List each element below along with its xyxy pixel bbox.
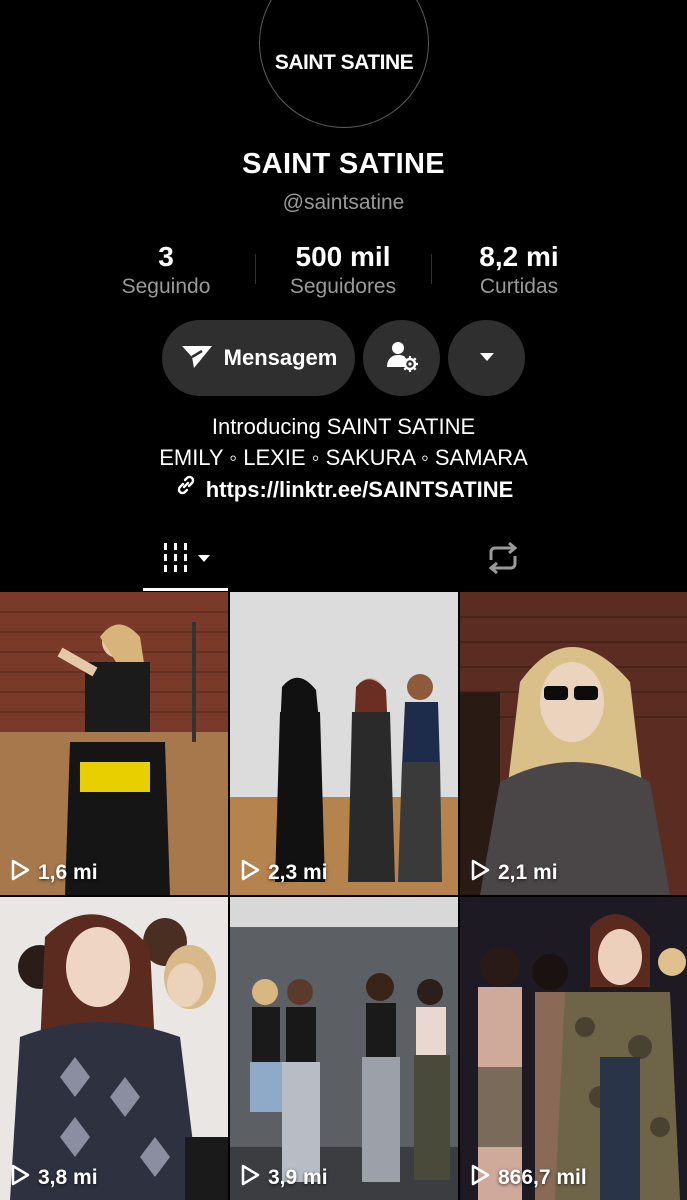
profile-avatar[interactable]: SAINT SATINE — [259, 0, 429, 128]
video-thumbnail[interactable]: 3,9 mi — [230, 897, 458, 1200]
profile-tabs — [0, 530, 687, 591]
thumbnail-image — [230, 897, 458, 1200]
active-tab-indicator — [143, 588, 228, 591]
view-count-text: 2,1 mi — [498, 861, 558, 884]
caret-down-icon — [479, 349, 495, 367]
view-count: 2,1 mi — [470, 859, 558, 887]
video-thumbnail[interactable]: 2,1 mi — [460, 592, 687, 895]
view-count-text: 2,3 mi — [268, 861, 328, 884]
person-settings-icon — [385, 339, 419, 378]
paper-plane-icon — [180, 342, 214, 375]
bio-line-2: EMILY ◦ LEXIE ◦ SAKURA ◦ SAMARA — [159, 445, 528, 470]
play-icon — [10, 1164, 30, 1192]
grid-icon — [158, 541, 214, 580]
play-icon — [470, 859, 490, 887]
tab-videos[interactable] — [143, 530, 228, 590]
thumbnail-image — [460, 592, 687, 895]
add-friend-settings-button[interactable] — [363, 320, 440, 396]
video-thumbnail[interactable]: 866,7 mil — [460, 897, 687, 1200]
view-count: 3,9 mi — [240, 1164, 328, 1192]
stat-followers-value: 500 mil — [295, 241, 391, 272]
stat-likes[interactable]: 8,2 mi Curtidas — [434, 240, 604, 300]
play-icon — [470, 1164, 490, 1192]
profile-page: SAINT SATINE SAINT SATINE @saintsatine 3… — [0, 0, 687, 1200]
stat-following-label: Seguindo — [121, 275, 211, 298]
stat-following[interactable]: 3 Seguindo — [81, 240, 251, 300]
stat-following-value: 3 — [158, 241, 174, 272]
video-thumbnail[interactable]: 3,8 mi — [0, 897, 228, 1200]
view-count: 2,3 mi — [240, 859, 328, 887]
bio-link[interactable]: https://linktr.ee/SAINTSATINE — [0, 473, 687, 505]
stat-likes-label: Curtidas — [479, 275, 559, 298]
username-handle: @saintsatine — [282, 191, 405, 214]
play-icon — [240, 1164, 260, 1192]
bio-link-text: https://linktr.ee/SAINTSATINE — [205, 476, 514, 502]
display-name: SAINT SATINE — [242, 148, 445, 180]
thumbnail-image — [230, 592, 458, 895]
more-options-button[interactable] — [448, 320, 525, 396]
view-count: 3,8 mi — [10, 1164, 98, 1192]
thumbnail-image — [460, 897, 687, 1200]
stat-divider — [431, 254, 432, 284]
stat-divider — [255, 254, 256, 284]
video-thumbnail[interactable]: 1,6 mi — [0, 592, 228, 895]
view-count-text: 1,6 mi — [38, 861, 98, 884]
profile-stats: 3 Seguindo 500 mil Seguidores 8,2 mi Cur… — [0, 240, 687, 310]
avatar-logo-text: SAINT SATINE — [274, 51, 414, 74]
message-button-label: Mensagem — [223, 345, 338, 370]
stat-followers-label: Seguidores — [289, 275, 397, 298]
bio-line-1: Introducing SAINT SATINE — [211, 414, 476, 439]
stat-followers[interactable]: 500 mil Seguidores — [258, 240, 428, 300]
play-icon — [240, 859, 260, 887]
profile-bio: Introducing SAINT SATINE EMILY ◦ LEXIE ◦… — [0, 411, 687, 505]
play-icon — [10, 859, 30, 887]
view-count-text: 866,7 mil — [498, 1166, 587, 1189]
message-button[interactable]: Mensagem — [162, 320, 355, 396]
view-count-text: 3,8 mi — [38, 1166, 98, 1189]
thumbnail-image — [0, 592, 228, 895]
video-thumbnail[interactable]: 2,3 mi — [230, 592, 458, 895]
view-count-text: 3,9 mi — [268, 1166, 328, 1189]
view-count: 866,7 mil — [470, 1164, 587, 1192]
stat-likes-value: 8,2 mi — [479, 241, 559, 272]
view-count: 1,6 mi — [10, 859, 98, 887]
link-icon — [174, 473, 198, 505]
profile-actions: Mensagem — [0, 320, 687, 396]
tab-reposts[interactable] — [460, 530, 545, 590]
thumbnail-image — [0, 897, 228, 1200]
repost-icon — [483, 540, 523, 581]
